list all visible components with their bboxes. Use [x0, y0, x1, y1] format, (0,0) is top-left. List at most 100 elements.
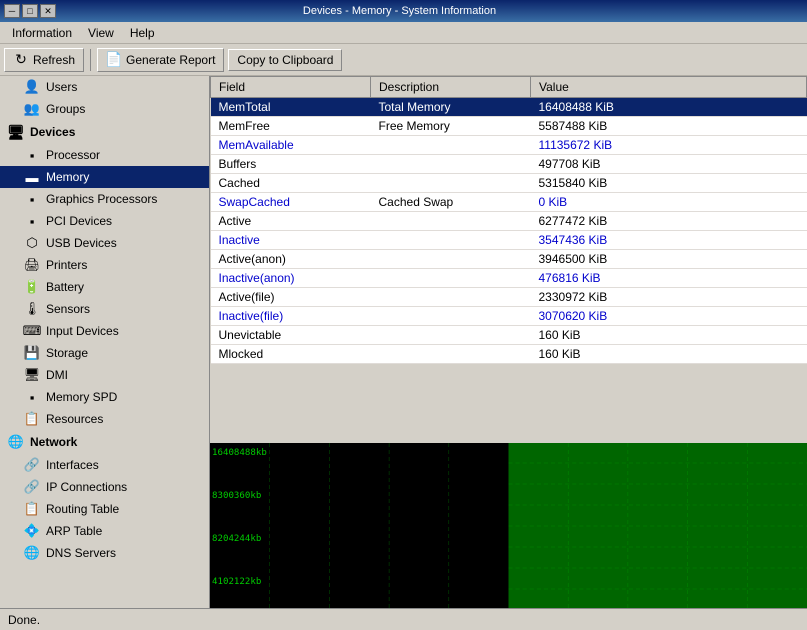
status-text: Done.	[8, 613, 40, 627]
sidebar-item-dns[interactable]: 🌐 DNS Servers	[0, 542, 209, 564]
users-icon: 👤	[24, 79, 40, 95]
cell-description	[371, 250, 531, 269]
battery-icon: 🔋	[24, 279, 40, 295]
cell-value: 2330972 KiB	[531, 288, 807, 307]
sidebar-item-sensors[interactable]: 🌡 Sensors	[0, 298, 209, 320]
cell-value: 16408488 KiB	[531, 98, 807, 117]
sidebar-item-dmi[interactable]: 🖥 DMI	[0, 364, 209, 386]
cell-value: 476816 KiB	[531, 269, 807, 288]
cell-description: Cached Swap	[371, 193, 531, 212]
svg-text:16408488kb: 16408488kb	[212, 448, 267, 458]
minimize-button[interactable]: ─	[4, 4, 20, 18]
status-bar: Done.	[0, 608, 807, 630]
col-description: Description	[371, 77, 531, 98]
table-row[interactable]: Active(anon)3946500 KiB	[211, 250, 807, 269]
table-row[interactable]: Mlocked160 KiB	[211, 345, 807, 364]
sidebar-item-users[interactable]: 👤 Users	[0, 76, 209, 98]
cell-value: 0 KiB	[531, 193, 807, 212]
resources-icon: 📋	[24, 411, 40, 427]
sidebar-item-processor[interactable]: ▪ Processor	[0, 144, 209, 166]
generate-report-button[interactable]: 📄 Generate Report	[97, 48, 224, 72]
table-row[interactable]: Inactive(file)3070620 KiB	[211, 307, 807, 326]
sidebar-item-network[interactable]: 🌐 Network	[0, 430, 209, 454]
table-row[interactable]: Active(file) 2330972 KiB	[211, 288, 807, 307]
arp-icon: 💠	[24, 523, 40, 539]
cell-field: Inactive(anon)	[211, 269, 371, 288]
close-button[interactable]: ✕	[40, 4, 56, 18]
cell-field: MemAvailable	[211, 136, 371, 155]
table-row[interactable]: Inactive 3547436 KiB	[211, 231, 807, 250]
processor-icon: ▪	[24, 147, 40, 163]
cell-description	[371, 288, 531, 307]
sidebar-item-input[interactable]: ⌨ Input Devices	[0, 320, 209, 342]
cell-value: 5315840 KiB	[531, 174, 807, 193]
sidebar-item-printers[interactable]: 🖨 Printers	[0, 254, 209, 276]
dns-icon: 🌐	[24, 545, 40, 561]
sidebar-item-resources[interactable]: 📋 Resources	[0, 408, 209, 430]
cell-field: Cached	[211, 174, 371, 193]
menu-bar: Information View Help	[0, 22, 807, 44]
cell-field: Active(anon)	[211, 250, 371, 269]
maximize-button[interactable]: □	[22, 4, 38, 18]
groups-icon: 👥	[24, 101, 40, 117]
copy-clipboard-button[interactable]: Copy to Clipboard	[228, 49, 342, 71]
menu-information[interactable]: Information	[4, 24, 80, 42]
menu-view[interactable]: View	[80, 24, 122, 42]
cell-field: SwapCached	[211, 193, 371, 212]
sidebar-item-interfaces[interactable]: 🔗 Interfaces	[0, 454, 209, 476]
report-icon: 📄	[106, 52, 122, 68]
table-row[interactable]: Buffers497708 KiB	[211, 155, 807, 174]
interfaces-icon: 🔗	[24, 457, 40, 473]
table-row[interactable]: Unevictable160 KiB	[211, 326, 807, 345]
cell-value: 3547436 KiB	[531, 231, 807, 250]
cell-value: 5587488 KiB	[531, 117, 807, 136]
sidebar-item-usb[interactable]: ⬡ USB Devices	[0, 232, 209, 254]
table-row[interactable]: MemAvailable11135672 KiB	[211, 136, 807, 155]
menu-help[interactable]: Help	[122, 24, 163, 42]
toolbar: ↻ Refresh 📄 Generate Report Copy to Clip…	[0, 44, 807, 76]
sidebar-item-storage[interactable]: 💾 Storage	[0, 342, 209, 364]
sidebar-item-ipconn[interactable]: 🔗 IP Connections	[0, 476, 209, 498]
table-row[interactable]: SwapCachedCached Swap0 KiB	[211, 193, 807, 212]
cell-field: Inactive	[211, 231, 371, 250]
window-controls[interactable]: ─ □ ✕	[4, 4, 56, 18]
cell-value: 6277472 KiB	[531, 212, 807, 231]
cell-field: Active	[211, 212, 371, 231]
toolbar-separator	[90, 49, 91, 71]
network-icon: 🌐	[8, 434, 24, 450]
table-row[interactable]: MemTotalTotal Memory16408488 KiB	[211, 98, 807, 117]
sidebar: 👤 Users 👥 Groups 🖥 Devices ▪ Processor ▬…	[0, 76, 210, 608]
table-row[interactable]: Active 6277472 KiB	[211, 212, 807, 231]
printers-icon: 🖨	[24, 257, 40, 273]
cell-field: Active(file)	[211, 288, 371, 307]
input-icon: ⌨	[24, 323, 40, 339]
cell-description: Total Memory	[371, 98, 531, 117]
col-value: Value	[531, 77, 807, 98]
sidebar-item-graphics[interactable]: ▪ Graphics Processors	[0, 188, 209, 210]
sidebar-item-memory[interactable]: ▬ Memory	[0, 166, 209, 188]
table-row[interactable]: MemFreeFree Memory5587488 KiB	[211, 117, 807, 136]
sidebar-item-routing[interactable]: 📋 Routing Table	[0, 498, 209, 520]
refresh-icon: ↻	[13, 52, 29, 68]
memspd-icon: ▪	[24, 389, 40, 405]
cell-field: Unevictable	[211, 326, 371, 345]
cell-description	[371, 326, 531, 345]
col-field: Field	[211, 77, 371, 98]
refresh-button[interactable]: ↻ Refresh	[4, 48, 84, 72]
pci-icon: ▪	[24, 213, 40, 229]
sidebar-item-devices[interactable]: 🖥 Devices	[0, 120, 209, 144]
table-row[interactable]: Inactive(anon) 476816 KiB	[211, 269, 807, 288]
sidebar-item-battery[interactable]: 🔋 Battery	[0, 276, 209, 298]
sidebar-item-arp[interactable]: 💠 ARP Table	[0, 520, 209, 542]
table-row[interactable]: Cached 5315840 KiB	[211, 174, 807, 193]
svg-text:8204244kb: 8204244kb	[212, 534, 261, 544]
cell-field: Mlocked	[211, 345, 371, 364]
cell-description	[371, 231, 531, 250]
cell-field: MemTotal	[211, 98, 371, 117]
sidebar-item-groups[interactable]: 👥 Groups	[0, 98, 209, 120]
sidebar-item-memspd[interactable]: ▪ Memory SPD	[0, 386, 209, 408]
devices-icon: 🖥	[8, 124, 24, 140]
cell-field: Buffers	[211, 155, 371, 174]
sidebar-item-pci[interactable]: ▪ PCI Devices	[0, 210, 209, 232]
memory-chart: 16408488kb 8300360kb 8204244kb 4102122kb	[210, 443, 807, 608]
